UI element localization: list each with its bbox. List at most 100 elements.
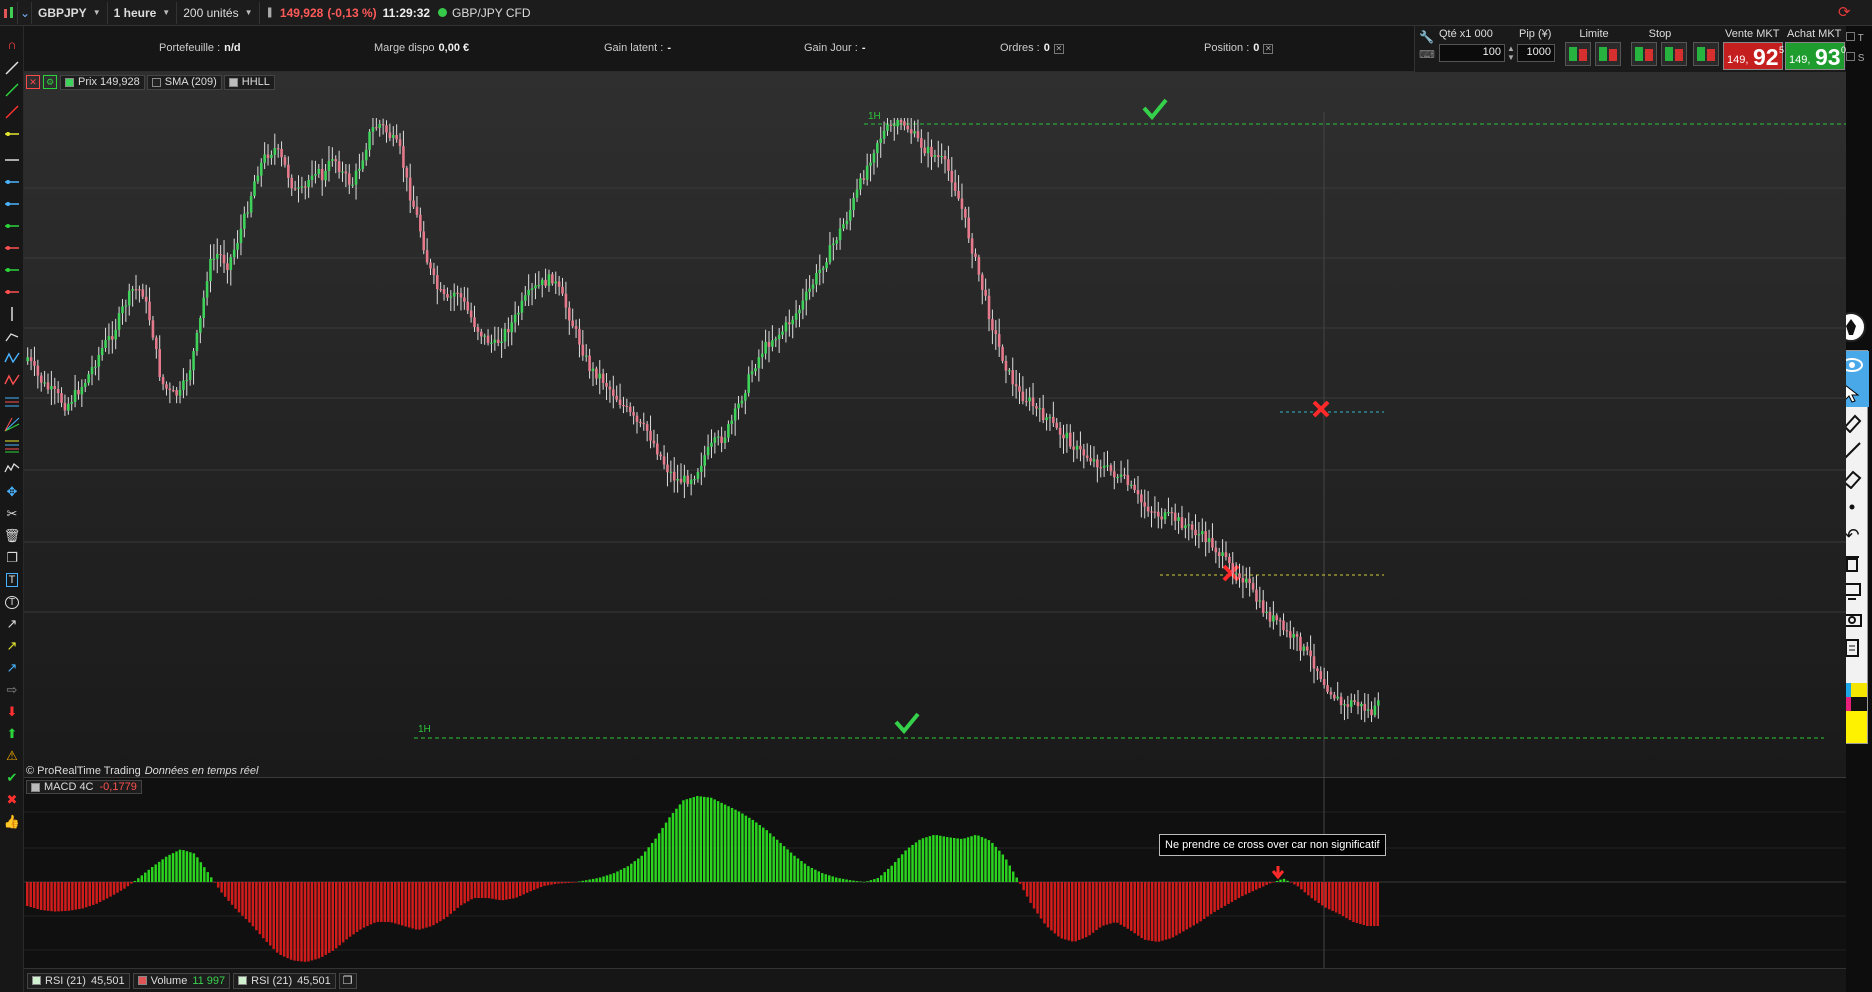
limit-label: Limite <box>1579 28 1609 40</box>
candle-body <box>1336 696 1339 699</box>
volume-indicator[interactable]: Volume 11 997 <box>132 972 231 989</box>
close-chart-icon[interactable]: ✕ <box>26 75 40 89</box>
symbol-down-icon[interactable]: ⌄ <box>18 1 32 24</box>
macd-bar <box>939 835 942 882</box>
macd-bar <box>67 882 71 911</box>
trendline-icon[interactable] <box>2 102 22 122</box>
cross-icon[interactable]: ✖ <box>2 790 22 810</box>
macd-canvas[interactable] <box>24 778 1846 968</box>
legend-hhll[interactable]: HHLL <box>223 74 275 90</box>
arrow-tool-icon[interactable]: ↗ <box>2 614 22 634</box>
macd-bar <box>522 882 525 895</box>
thumbs-up-icon[interactable]: 👍 <box>2 812 22 832</box>
delete-icon[interactable]: 🗑 <box>2 526 22 546</box>
horizontal-line-icon[interactable] <box>2 124 22 144</box>
price-level-icon[interactable] <box>2 260 22 280</box>
keyboard-icon[interactable]: ⌨ <box>1419 48 1435 61</box>
magnet-icon[interactable]: ∩ <box>2 34 22 54</box>
macd-bar <box>682 800 685 882</box>
macd-bar <box>1057 882 1060 937</box>
line-tool-icon[interactable] <box>2 58 22 78</box>
channel-icon[interactable] <box>2 370 22 390</box>
arrow-down-icon[interactable]: ⬇ <box>2 702 22 722</box>
pip-input[interactable]: 1000 <box>1517 44 1555 62</box>
position-info[interactable]: Position :0 ✕ <box>1204 42 1274 54</box>
pause-icon[interactable]: ❚ <box>266 7 274 18</box>
close-icon[interactable]: ✕ <box>1263 44 1274 54</box>
annotation-note[interactable]: Ne prendre ce cross over car non signifi… <box>1159 834 1386 856</box>
macd-panel[interactable]: MACD 4C -0,1779 Ne prendre ce cross over… <box>24 778 1846 968</box>
window-restore-icon[interactable]: ❐ <box>338 972 357 989</box>
horizontal-line-icon[interactable] <box>2 150 22 170</box>
polyline-icon[interactable] <box>2 326 22 346</box>
candle-body <box>652 440 656 444</box>
legend-price[interactable]: Prix 149,928 <box>60 74 145 90</box>
color-yellow-swatch[interactable] <box>1851 683 1867 697</box>
macd-bar <box>609 874 612 882</box>
orders-info[interactable]: Ordres :0 ✕ <box>1000 42 1064 54</box>
candle-body <box>1116 476 1119 479</box>
chart-type-icon[interactable] <box>0 1 18 24</box>
arrow-right-icon[interactable]: ⇨ <box>2 680 22 700</box>
rsi-indicator[interactable]: RSI (21) 45,501 <box>233 972 336 989</box>
wrench-icon[interactable]: 🔧 <box>1419 30 1434 44</box>
rsi-indicator[interactable]: RSI (21) 45,501 <box>27 972 130 989</box>
arrow-tool-icon[interactable]: ↗ <box>2 658 22 678</box>
refresh-icon[interactable]: ⟳ <box>1838 3 1858 23</box>
copy-icon[interactable]: ❐ <box>2 548 22 568</box>
quantity-input[interactable]: 100 <box>1439 44 1505 62</box>
price-level-icon[interactable] <box>2 194 22 214</box>
fibonacci-icon[interactable] <box>2 392 22 412</box>
price-level-icon[interactable] <box>2 282 22 302</box>
stop-sell-button[interactable] <box>1661 42 1687 66</box>
tools-icon[interactable]: ✂ <box>2 504 22 524</box>
candle-body <box>165 384 168 389</box>
checkbox-t[interactable]: T <box>1846 32 1864 44</box>
arrow-tool-icon[interactable]: ↗ <box>2 636 22 656</box>
price-level-icon[interactable] <box>2 172 22 192</box>
oco-button[interactable] <box>1693 42 1719 66</box>
price-chart-canvas[interactable]: 1H 1H <box>24 72 1846 778</box>
fan-icon[interactable] <box>2 414 22 434</box>
price-level-icon[interactable] <box>2 238 22 258</box>
settings-icon[interactable]: ⚙ <box>43 75 57 89</box>
limit-buy-button[interactable] <box>1565 42 1591 66</box>
stepper-icon[interactable]: ▲ ▼ <box>1507 44 1515 62</box>
move-icon[interactable]: ✥ <box>2 482 22 502</box>
arrow-up-icon[interactable]: ⬆ <box>2 724 22 744</box>
macd-bar <box>428 882 432 927</box>
close-icon[interactable]: ✕ <box>1053 44 1064 54</box>
macd-legend[interactable]: MACD 4C -0,1779 <box>26 780 142 794</box>
checkbox-s[interactable]: S <box>1846 52 1864 64</box>
sell-market-button[interactable]: 149, 92 5 <box>1723 42 1784 70</box>
vertical-line-icon[interactable] <box>2 304 22 324</box>
color-black-swatch[interactable] <box>1851 697 1867 711</box>
price-chart[interactable]: 1H 1H ✕ ⚙ Prix 149,928 SMA (209) HHLL © … <box>24 72 1846 778</box>
limit-sell-button[interactable] <box>1595 42 1621 66</box>
legend-sma[interactable]: SMA (209) <box>146 74 222 90</box>
macd-bar <box>234 882 237 909</box>
macd-bar <box>543 882 546 886</box>
warning-icon[interactable]: ⚠ <box>2 746 22 766</box>
zigzag-icon[interactable] <box>2 348 22 368</box>
buy-market-button[interactable]: 149, 93 0 <box>1785 42 1846 70</box>
ray-tool-icon[interactable] <box>2 80 22 100</box>
macd-bar <box>1077 882 1081 940</box>
text-tool-icon[interactable]: T <box>2 570 22 590</box>
candle-body <box>1363 703 1367 711</box>
text-bubble-icon[interactable]: T <box>2 592 22 612</box>
check-icon[interactable]: ✔ <box>2 768 22 788</box>
cycle-icon[interactable] <box>2 458 22 478</box>
candle-body <box>544 279 547 286</box>
units-selector[interactable]: 200 unités ▼ <box>177 1 260 24</box>
macd-bar <box>876 877 880 882</box>
macd-bar <box>755 822 758 882</box>
stop-buy-button[interactable] <box>1631 42 1657 66</box>
timeframe-selector[interactable]: 1 heure ▼ <box>108 1 178 24</box>
macd-bar <box>459 882 463 906</box>
fibonacci-time-icon[interactable] <box>2 436 22 456</box>
candle-body <box>1028 397 1031 402</box>
candle-body <box>1099 467 1103 469</box>
symbol-selector[interactable]: GBPJPY ▼ <box>32 1 108 24</box>
price-level-icon[interactable] <box>2 216 22 236</box>
